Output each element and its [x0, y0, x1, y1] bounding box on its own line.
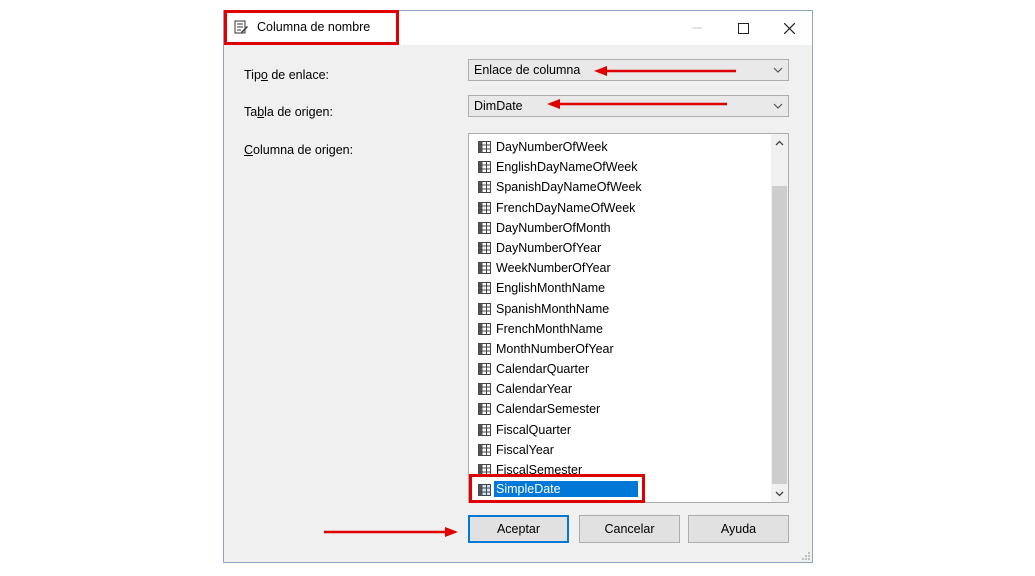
- minimize-icon: [692, 27, 702, 29]
- column-list-item[interactable]: EnglishMonthName: [469, 278, 769, 298]
- table-column-icon: [478, 181, 491, 194]
- chevron-down-icon: [773, 103, 783, 109]
- column-list-item-label: EnglishMonthName: [496, 281, 606, 296]
- table-column-icon: [478, 322, 491, 335]
- maximize-button[interactable]: [720, 11, 766, 45]
- column-list-item[interactable]: FrenchDayNameOfWeek: [469, 198, 769, 218]
- resize-grip-icon[interactable]: [800, 550, 810, 560]
- column-list-item[interactable]: DayNumberOfWeek: [469, 137, 769, 157]
- column-list-item[interactable]: SpanishDayNameOfWeek: [469, 177, 769, 197]
- chevron-down-icon: [773, 67, 783, 73]
- maximize-icon: [737, 22, 749, 34]
- column-list-item[interactable]: CalendarYear: [469, 379, 769, 399]
- column-list-item-label: FrenchMonthName: [496, 321, 603, 336]
- minimize-button[interactable]: [674, 11, 720, 45]
- close-icon: [783, 22, 795, 34]
- column-list-item[interactable]: DayNumberOfYear: [469, 238, 769, 258]
- table-column-icon: [478, 201, 491, 214]
- source-column-list[interactable]: DayNumberOfWeek EnglishDayNameOfWeek Spani…: [468, 133, 789, 503]
- column-list-item[interactable]: FrenchMonthName: [469, 319, 769, 339]
- cancel-button[interactable]: Cancelar: [579, 515, 680, 543]
- column-list-item-label: SpanishDayNameOfWeek: [496, 180, 642, 195]
- source-table-combo[interactable]: DimDate: [468, 95, 789, 117]
- scroll-up-button[interactable]: [771, 134, 788, 151]
- column-list-item-label: FiscalQuarter: [496, 422, 572, 437]
- table-column-icon: [478, 443, 491, 456]
- binding-type-combo[interactable]: Enlace de columna: [468, 59, 789, 81]
- vertical-scrollbar[interactable]: [771, 134, 788, 502]
- column-list-item-label: DayNumberOfWeek: [496, 140, 608, 154]
- chevron-down-icon: [775, 491, 784, 496]
- column-list-items: DayNumberOfWeek EnglishDayNameOfWeek Spani…: [469, 137, 769, 500]
- column-list-item-label: FiscalYear: [496, 442, 554, 457]
- table-column-icon: [478, 423, 491, 436]
- column-list-item-label: CalendarSemester: [496, 402, 601, 417]
- table-column-icon: [478, 363, 491, 376]
- column-list-item[interactable]: FiscalYear: [469, 440, 769, 460]
- source-column-label: Columna de origen:: [244, 143, 354, 157]
- column-list-item[interactable]: FiscalQuarter: [469, 420, 769, 440]
- chevron-up-icon: [775, 140, 784, 145]
- column-list-item-label: MonthNumberOfYear: [496, 341, 614, 356]
- close-button[interactable]: [766, 11, 812, 45]
- table-column-icon: [478, 241, 491, 254]
- help-button[interactable]: Ayuda: [688, 515, 789, 543]
- column-list-item[interactable]: CalendarSemester: [469, 399, 769, 419]
- ok-button[interactable]: Aceptar: [468, 515, 569, 543]
- source-table-value: DimDate: [474, 99, 523, 113]
- table-column-icon: [478, 403, 491, 416]
- table-column-icon: [478, 282, 491, 295]
- column-list-item-label: EnglishDayNameOfWeek: [496, 160, 638, 175]
- scroll-down-button[interactable]: [771, 485, 788, 502]
- column-list-item[interactable]: CalendarQuarter: [469, 359, 769, 379]
- table-column-icon: [478, 221, 491, 234]
- binding-type-label: Tipo de enlace:: [244, 68, 330, 82]
- column-list-item[interactable]: EnglishDayNameOfWeek: [469, 157, 769, 177]
- column-list-item[interactable]: MonthNumberOfYear: [469, 339, 769, 359]
- source-table-label: Tabla de origen:: [244, 105, 333, 119]
- column-list-item-label: CalendarQuarter: [496, 362, 590, 377]
- column-list-item-label: DayNumberOfMonth: [496, 220, 611, 235]
- column-list-item-label: DayNumberOfYear: [496, 240, 602, 255]
- column-list-item-label: FrenchDayNameOfWeek: [496, 200, 636, 215]
- table-column-icon: [478, 141, 491, 153]
- scroll-thumb[interactable]: [772, 186, 787, 484]
- binding-type-value: Enlace de columna: [474, 63, 581, 77]
- table-column-icon: [478, 262, 491, 275]
- column-list-item[interactable]: SpanishMonthName: [469, 299, 769, 319]
- table-column-icon: [478, 383, 491, 396]
- title-highlight-box: [224, 10, 399, 45]
- column-list-item[interactable]: DayNumberOfMonth: [469, 218, 769, 238]
- column-list-item-label: CalendarYear: [496, 382, 572, 397]
- selection-highlight-box: [469, 474, 645, 503]
- table-column-icon: [478, 161, 491, 174]
- column-list-item[interactable]: WeekNumberOfYear: [469, 258, 769, 278]
- column-list-item-label: SpanishMonthName: [496, 301, 610, 316]
- table-column-icon: [478, 342, 491, 355]
- column-list-item-label: WeekNumberOfYear: [496, 261, 611, 276]
- table-column-icon: [478, 302, 491, 315]
